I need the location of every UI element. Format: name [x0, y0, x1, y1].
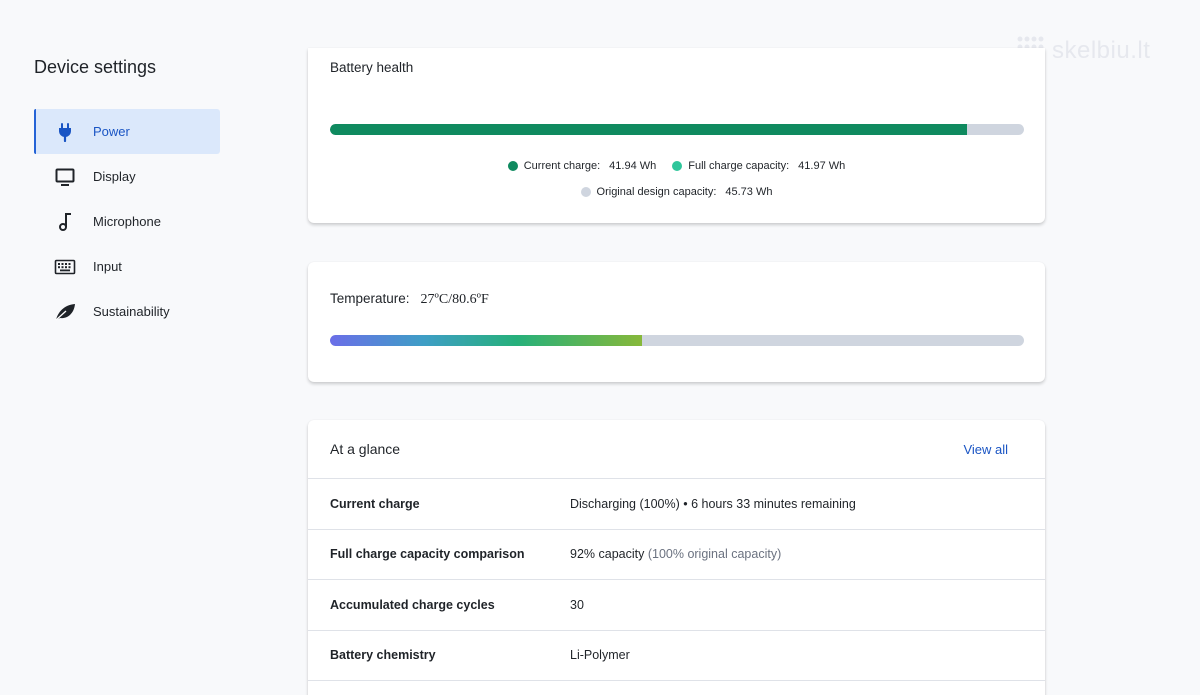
- battery-health-title: Battery health: [330, 60, 414, 75]
- sidebar-item-display[interactable]: Display: [34, 154, 220, 199]
- watermark-text: skelbiu.lt: [1052, 36, 1151, 64]
- sidebar: Device settings Power Display Microphone: [34, 54, 224, 334]
- row-label: Current charge: [330, 496, 420, 511]
- row-value-main: Discharging (100%) • 6 hours 33 minutes …: [570, 496, 856, 511]
- sidebar-item-label: Input: [93, 259, 122, 274]
- row-label: Accumulated charge cycles: [330, 597, 495, 612]
- sidebar-item-label: Power: [93, 124, 130, 139]
- at-a-glance-title: At a glance: [330, 441, 401, 457]
- table-row: Current charge Discharging (100%) • 6 ho…: [308, 479, 1045, 530]
- temperature-bar-fill: [330, 335, 643, 346]
- at-a-glance-header: At a glance View all: [308, 420, 1045, 479]
- row-value-main: 92% capacity: [570, 547, 645, 562]
- temperature-value: 27ºC/80.6ºF: [420, 292, 489, 307]
- battery-health-bar-fill: [330, 124, 968, 135]
- leaf-icon: [54, 301, 80, 323]
- plug-icon: [54, 121, 80, 143]
- view-all-link[interactable]: View all: [963, 442, 1008, 457]
- monitor-icon: [54, 166, 80, 188]
- legend-full-charge-capacity: Full charge capacity: 41.97 Wh: [672, 160, 845, 172]
- sidebar-title: Device settings: [34, 57, 157, 77]
- music-note-icon: [54, 211, 80, 233]
- row-value-main: 30: [570, 597, 584, 612]
- battery-health-card: Battery health Current charge: 41.94 Wh …: [308, 48, 1045, 223]
- legend-value: 41.97 Wh: [798, 160, 846, 172]
- legend-dot: [507, 161, 518, 171]
- temperature-card: Temperature: 27ºC/80.6ºF: [308, 262, 1045, 382]
- legend-original-design-capacity: Original design capacity: 45.73 Wh: [580, 186, 773, 198]
- battery-legend-row: Current charge: 41.94 Wh Full charge cap…: [308, 160, 1045, 172]
- row-value-main: Li-Polymer: [570, 648, 630, 663]
- legend-value: 41.94 Wh: [609, 160, 657, 172]
- table-row: Accumulated charge cycles 30: [308, 580, 1045, 631]
- at-a-glance-card: At a glance View all Current charge Disc…: [308, 420, 1045, 695]
- temperature-label: Temperature:: [330, 291, 410, 306]
- battery-legend-row: Original design capacity: 45.73 Wh: [308, 186, 1045, 198]
- table-row: Full charge capacity comparison 92% capa…: [308, 530, 1045, 580]
- legend-label: Current charge:: [523, 160, 601, 172]
- legend-label: Original design capacity:: [596, 186, 717, 198]
- legend-current-charge: Current charge: 41.94 Wh: [507, 160, 657, 172]
- temperature-line: Temperature: 27ºC/80.6ºF: [330, 291, 489, 308]
- temperature-bar: [330, 335, 1024, 346]
- sidebar-item-label: Microphone: [93, 214, 161, 229]
- legend-value: 45.73 Wh: [725, 186, 773, 198]
- page: skelbiu.lt Device settings Power Display: [0, 0, 1200, 695]
- row-value: Li-Polymer: [570, 648, 630, 662]
- sidebar-item-microphone[interactable]: Microphone: [34, 199, 220, 244]
- table-row: Battery chemistry Li-Polymer: [308, 631, 1045, 681]
- legend-dot: [672, 161, 683, 171]
- sidebar-item-sustainability[interactable]: Sustainability: [34, 289, 220, 334]
- sidebar-item-input[interactable]: Input: [34, 244, 220, 289]
- row-label: Battery chemistry: [330, 648, 436, 663]
- row-value: 92% capacity (100% original capacity): [570, 547, 781, 561]
- row-value-sub: (100% original capacity): [644, 547, 782, 562]
- sidebar-item-power[interactable]: Power: [34, 109, 220, 154]
- legend-dot: [580, 187, 591, 197]
- sidebar-nav: Power Display Microphone Input Sustainab…: [34, 109, 224, 334]
- keyboard-icon: [54, 256, 80, 278]
- row-label: Full charge capacity comparison: [330, 547, 525, 562]
- battery-health-bar: [330, 124, 1024, 135]
- row-value: Discharging (100%) • 6 hours 33 minutes …: [570, 497, 856, 511]
- sidebar-item-label: Sustainability: [93, 304, 170, 319]
- legend-label: Full charge capacity:: [688, 160, 790, 172]
- row-value: 30: [570, 598, 584, 612]
- sidebar-item-label: Display: [93, 169, 136, 184]
